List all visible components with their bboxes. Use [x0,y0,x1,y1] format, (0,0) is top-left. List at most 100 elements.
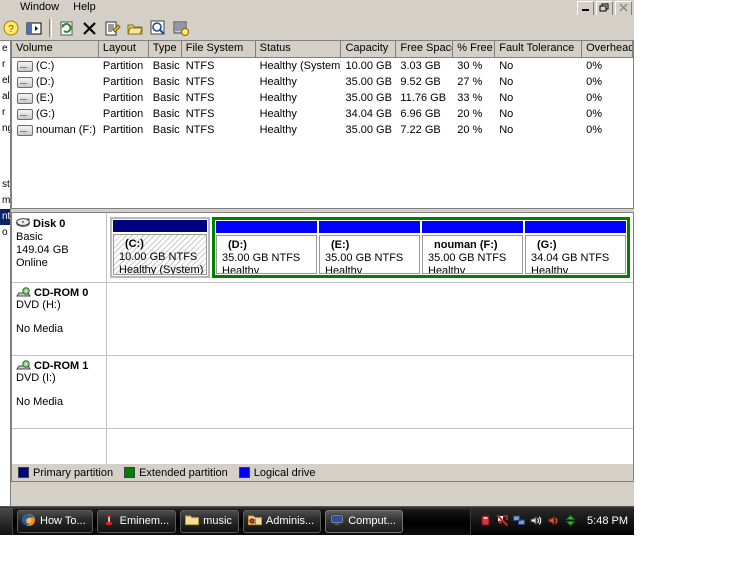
table-row[interactable]: (D:) Partition Basic NTFS Healthy 35.00 GB 9.5… [12,74,633,90]
partition-e-status: Healthy [325,265,363,274]
restore-button[interactable] [596,1,613,16]
column-header-overhead[interactable]: Overhead [582,41,633,57]
column-header-fault-tolerance[interactable]: Fault Tolerance [495,41,583,57]
partition-d-status: Healthy [222,265,260,274]
disk-row-disk0[interactable]: Disk 0 Basic 149.04 GB Online (C:) 10.00… [12,213,633,283]
cdrom0-name: CD-ROM 0 [34,287,89,299]
open-icon[interactable] [125,18,146,38]
cell-volume: (G:) [12,106,99,122]
extended-partition[interactable]: (D:) 35.00 GB NTFS Healthy (E:) 35.00 GB… [212,217,630,278]
disk0-name: Disk 0 [33,218,66,230]
delete-icon[interactable] [79,18,100,38]
partition-c[interactable]: (C:) 10.00 GB NTFS Healthy (System) [110,217,210,278]
tree-row[interactable]: r [0,57,10,73]
column-header-free-space[interactable]: Free Space [396,41,454,57]
taskbar-button-administrative-tools[interactable]: Adminis... [242,509,322,533]
taskbar-label: music [203,515,232,527]
cdrom0-info[interactable]: CD-ROM 0 DVD (H:) No Media [12,283,107,355]
partition-g-bar [525,221,626,233]
disk0-info[interactable]: Disk 0 Basic 149.04 GB Online [12,213,107,282]
column-header-status[interactable]: Status [255,41,342,57]
partition-c-body: (C:) 10.00 GB NTFS Healthy (System) [113,234,207,275]
column-header-type[interactable]: Type [148,41,182,57]
taskbar-label: How To... [40,515,86,527]
cell-layout: Partition [102,108,144,120]
tree-row[interactable]: al [0,89,10,105]
menu-item-window[interactable]: Window [13,0,66,15]
disk-row-cdrom1[interactable]: CD-ROM 1 DVD (I:) No Media [12,356,633,429]
disk0-size: 149.04 GB [16,244,69,256]
antivirus-icon[interactable] [496,514,510,528]
taskbar-button-music[interactable]: music [180,509,239,533]
partition-f-size: 35.00 GB NTFS [428,252,507,264]
cell-free: 9.52 GB [400,76,441,88]
tree-row[interactable]: r [0,105,10,121]
legend-swatch-primary [18,467,29,478]
cell-capacity: 34.04 GB [345,108,392,120]
taskbar-button-eminem[interactable]: Eminem... [96,509,177,533]
cell-volume: (C:) [12,58,99,74]
find-icon[interactable] [148,18,169,38]
taskbar-button-computer-management[interactable]: Comput... [325,509,403,533]
partition-legend: Primary partition Extended partition Log… [11,464,634,482]
partition-c-bar [113,220,207,232]
column-header-pct-free[interactable]: % Free [453,41,496,57]
cdrom0-graph [107,283,633,355]
tree-row[interactable]: e [0,41,10,57]
window-controls [577,1,632,16]
taskbar-button-how-to[interactable]: How To... [17,509,93,533]
tree-row[interactable]: st [0,177,10,193]
tree-row[interactable]: m [0,193,10,209]
minimize-button[interactable] [577,1,594,16]
refresh-icon[interactable] [56,18,77,38]
help-icon[interactable]: ? [1,18,22,38]
table-row[interactable]: (G:) Partition Basic NTFS Healthy 34.04 GB 6.9… [12,106,633,122]
column-header-volume[interactable]: Volume [12,41,99,57]
usb-device-icon[interactable] [479,514,493,528]
column-header-capacity[interactable]: Capacity [341,41,397,57]
cell-pctfree: 30 % [457,60,483,72]
taskbar-clock[interactable]: 5:48 PM [587,515,628,527]
partition-e-body: (E:) 35.00 GB NTFS Healthy [319,235,420,274]
disk-row-cdrom0[interactable]: CD-ROM 0 DVD (H:) No Media [12,283,633,356]
show-hide-console-tree-icon[interactable] [24,18,45,38]
cell-fs: NTFS [185,76,215,88]
column-header-layout[interactable]: Layout [98,41,149,57]
updown-arrows-icon[interactable] [564,514,578,528]
start-button[interactable] [0,507,13,535]
partition-d[interactable]: (D:) 35.00 GB NTFS Healthy [216,221,317,274]
console-tree-strip[interactable]: e r el al r ng st m nt o [0,41,11,506]
menu-bar: Window Help [0,0,634,16]
volume-icon[interactable] [530,514,544,528]
tree-row[interactable]: el [0,73,10,89]
partition-f[interactable]: nouman (F:) 35.00 GB NTFS Healthy [422,221,523,274]
partition-g[interactable]: (G:) 34.04 GB NTFS Healthy [525,221,626,274]
partition-c-status: Healthy (System) [119,264,204,275]
drive-icon [17,60,33,72]
tree-row-selected[interactable]: nt [0,209,10,225]
cdrom-icon [16,287,32,299]
sound-icon[interactable] [547,514,561,528]
close-button[interactable] [615,1,632,16]
tree-row[interactable]: o [0,225,10,241]
table-row[interactable]: nouman (F:) Partition Basic NTFS Healthy 35.0… [12,122,633,138]
cdrom1-info[interactable]: CD-ROM 1 DVD (I:) No Media [12,356,107,428]
partition-e[interactable]: (E:) 35.00 GB NTFS Healthy [319,221,420,274]
partition-c-size: 10.00 GB NTFS [119,251,198,263]
volume-list-panel: Volume Layout Type File System Status Ca… [11,41,634,209]
rescan-disks-icon[interactable] [171,18,192,38]
table-row[interactable]: (E:) Partition Basic NTFS Healthy 35.00 GB 11.… [12,90,633,106]
network-icon[interactable] [513,514,527,528]
column-header-file-system[interactable]: File System [181,41,256,57]
table-row[interactable]: (C:) Partition Basic NTFS Healthy (System) 10… [12,58,633,74]
menu-item-help[interactable]: Help [66,0,103,15]
legend-label-extended: Extended partition [139,466,228,479]
disk0-state: Online [16,257,48,269]
cell-type: Basic [152,60,180,72]
cell-pctfree: 27 % [457,76,483,88]
drive-icon [17,92,33,104]
tree-row[interactable]: ng [0,121,10,137]
volume-list-rows: (C:) Partition Basic NTFS Healthy (System) 10… [12,58,633,138]
properties-icon[interactable] [102,18,123,38]
partition-f-bar [422,221,523,233]
